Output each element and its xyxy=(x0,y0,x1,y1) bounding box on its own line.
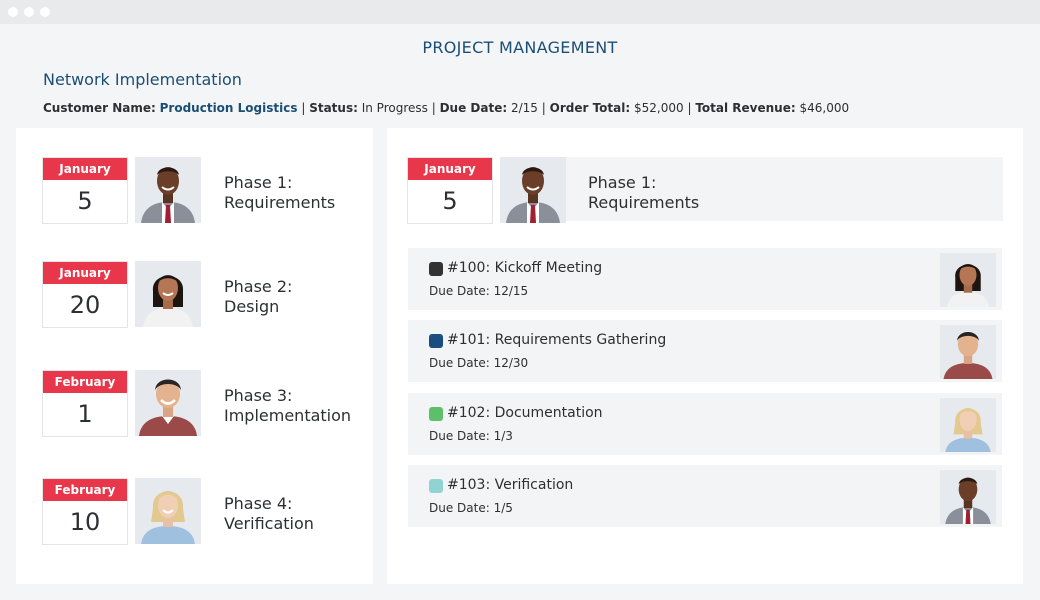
due-date-value: 2/15 xyxy=(510,101,538,115)
calendar-day: 5 xyxy=(77,187,93,215)
calendar-day: 10 xyxy=(69,508,101,536)
woman-blonde-avatar xyxy=(135,478,201,544)
calendar-month: February xyxy=(43,371,127,393)
phase-title[interactable]: Phase 4: Verification xyxy=(224,494,314,534)
woman-blonde-avatar xyxy=(940,398,996,452)
due-date-label: Due Date: xyxy=(439,101,508,115)
calendar-month: January xyxy=(408,158,492,180)
phase-number: Phase 3: xyxy=(224,386,293,405)
total-revenue-value: $46,000 xyxy=(799,101,850,115)
task-due-date: Due Date: 12/30 xyxy=(429,356,529,370)
man-red-sweater-avatar xyxy=(940,325,996,379)
phase-list-panel: January 5 Phase 1: Requirements January … xyxy=(16,128,373,584)
phase-number: Phase 1: xyxy=(588,173,657,192)
task-color-swatch xyxy=(429,479,443,493)
phase-name: Requirements xyxy=(224,193,336,212)
order-total-value: $52,000 xyxy=(634,101,684,115)
separator: | xyxy=(301,101,306,115)
task-color-swatch xyxy=(429,262,443,276)
phase-title[interactable]: Phase 2: Design xyxy=(224,277,292,317)
task-due-date: Due Date: 12/15 xyxy=(429,284,529,298)
window-minimize-dot[interactable] xyxy=(24,7,34,17)
task-name: #103: Verification xyxy=(447,477,574,493)
phase-date-calendar[interactable]: January 5 xyxy=(42,157,128,224)
page: PROJECT MANAGEMENT Network Implementatio… xyxy=(0,24,1040,600)
phase-name: Verification xyxy=(224,514,314,533)
task-name: #102: Documentation xyxy=(447,405,603,421)
phase-number: Phase 2: xyxy=(224,277,293,296)
calendar-month: February xyxy=(43,479,127,501)
window-maximize-dot[interactable] xyxy=(40,7,50,17)
phase-name: Design xyxy=(224,297,280,316)
phase-date-calendar[interactable]: February 1 xyxy=(42,370,128,437)
task-card[interactable]: #102: Documentation Due Date: 1/3 xyxy=(408,393,1002,455)
phase-detail-panel: January 5 Phase 1: Requirements #100: Ki… xyxy=(387,128,1023,584)
separator: | xyxy=(687,101,692,115)
man-suit-avatar xyxy=(500,157,566,223)
task-due-date: Due Date: 1/5 xyxy=(429,501,513,515)
task-card[interactable]: #101: Requirements Gathering Due Date: 1… xyxy=(408,320,1002,382)
task-card[interactable]: #103: Verification Due Date: 1/5 xyxy=(408,465,1002,527)
man-suit-avatar xyxy=(135,157,201,223)
selected-phase-title: Phase 1: Requirements xyxy=(588,173,699,213)
task-color-swatch xyxy=(429,334,443,348)
phase-title[interactable]: Phase 1: Requirements xyxy=(224,173,335,213)
status-label: Status: xyxy=(309,101,358,115)
task-due-date: Due Date: 1/3 xyxy=(429,429,513,443)
separator: | xyxy=(431,101,436,115)
customer-label: Customer Name: xyxy=(43,101,156,115)
woman-dark-hair-avatar xyxy=(940,253,996,307)
phase-name: Requirements xyxy=(588,193,700,212)
calendar-day: 1 xyxy=(77,400,93,428)
order-total-label: Order Total: xyxy=(549,101,631,115)
phase-date-calendar[interactable]: February 10 xyxy=(42,478,128,545)
calendar-month: January xyxy=(43,262,127,284)
man-suit-avatar xyxy=(940,470,996,524)
task-name: #101: Requirements Gathering xyxy=(447,332,667,348)
window-close-dot[interactable] xyxy=(8,7,18,17)
phase-number: Phase 1: xyxy=(224,173,293,192)
man-red-sweater-avatar xyxy=(135,370,201,436)
task-name: #100: Kickoff Meeting xyxy=(447,260,603,276)
woman-dark-hair-avatar xyxy=(135,261,201,327)
selected-phase-calendar: January 5 xyxy=(407,157,493,224)
window-titlebar xyxy=(0,0,1040,24)
separator: | xyxy=(541,101,546,115)
task-card[interactable]: #100: Kickoff Meeting Due Date: 12/15 xyxy=(408,248,1002,310)
phase-date-calendar[interactable]: January 20 xyxy=(42,261,128,328)
calendar-day: 20 xyxy=(69,291,101,319)
customer-name-link[interactable]: Production Logistics xyxy=(160,101,298,115)
phase-name: Implementation xyxy=(224,406,352,425)
calendar-day: 5 xyxy=(442,187,458,215)
project-title: Network Implementation xyxy=(43,70,242,89)
calendar-month: January xyxy=(43,158,127,180)
phase-title[interactable]: Phase 3: Implementation xyxy=(224,386,351,426)
project-summary: Customer Name: Production Logistics | St… xyxy=(43,101,849,115)
app-title: PROJECT MANAGEMENT xyxy=(422,38,618,57)
task-color-swatch xyxy=(429,407,443,421)
phase-number: Phase 4: xyxy=(224,494,293,513)
status-value: In Progress xyxy=(361,101,428,115)
total-revenue-label: Total Revenue: xyxy=(695,101,796,115)
